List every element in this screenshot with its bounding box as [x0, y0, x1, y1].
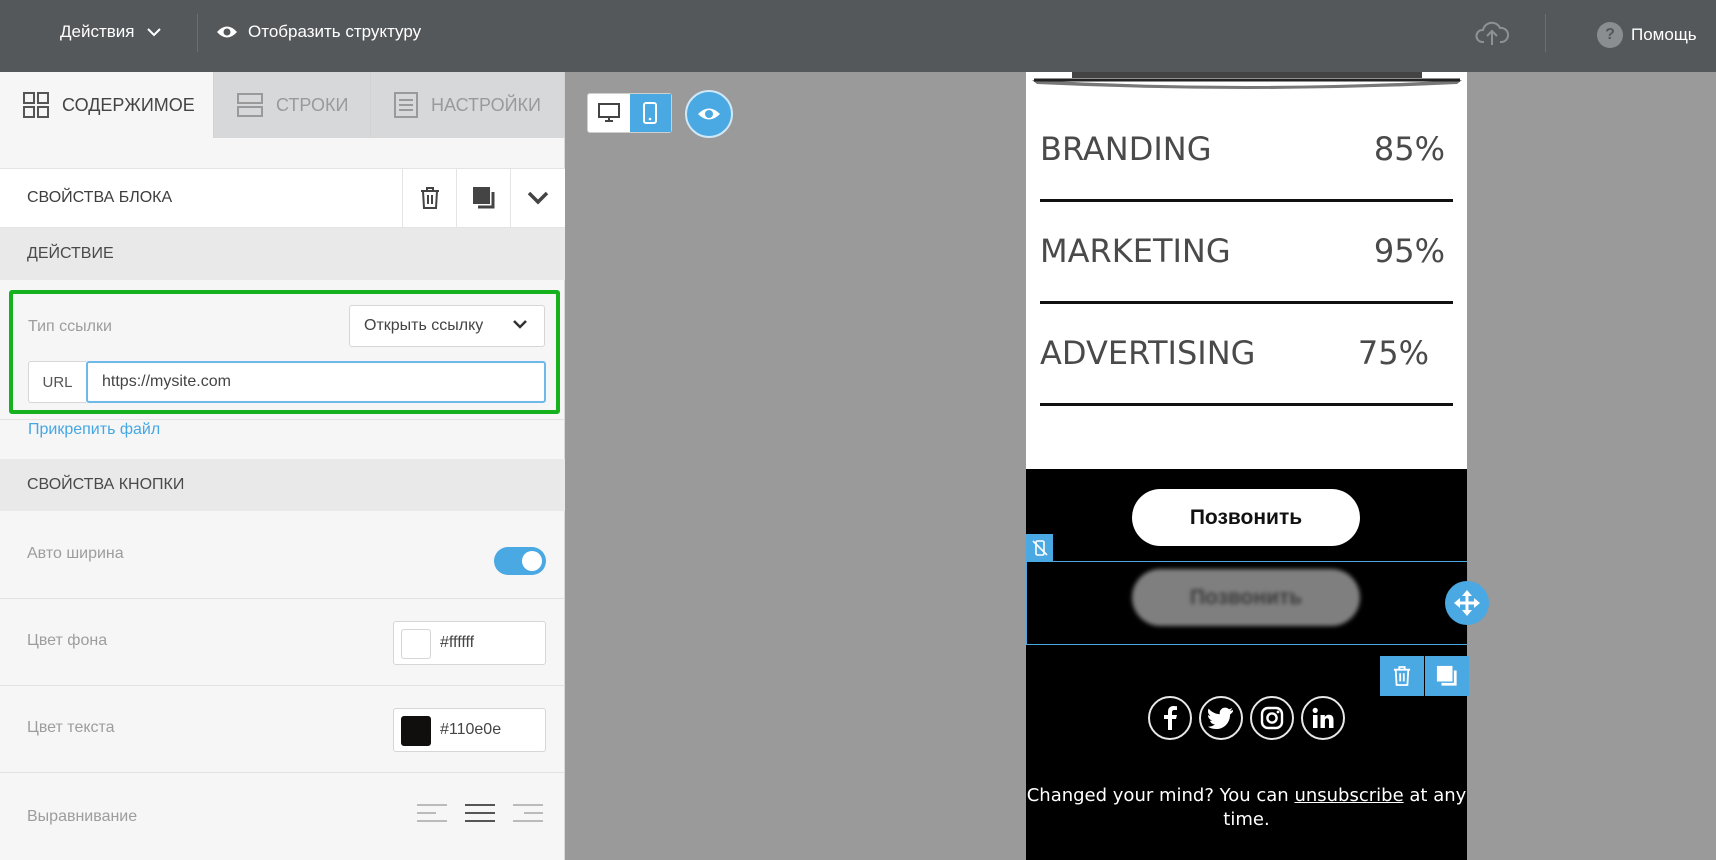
settings-doc-icon — [394, 92, 418, 118]
tab-content[interactable]: СОДЕРЖИМОЕ — [0, 72, 214, 138]
skill-item: BRANDING 85% — [1040, 130, 1453, 168]
alignment-label: Выравнивание — [27, 808, 138, 825]
delete-row-button[interactable] — [1380, 656, 1424, 696]
skill-percent: 95% — [1373, 232, 1445, 270]
unsubscribe-link[interactable]: unsubscribe — [1294, 785, 1403, 806]
block-properties-title: СВОЙСТВА БЛОКА — [27, 189, 173, 206]
skill-item: ADVERTISING 75% — [1040, 334, 1453, 372]
panel-tabs: СОДЕРЖИМОЕ СТРОКИ НАСТРОЙКИ — [0, 72, 565, 138]
toolbar-divider — [1545, 14, 1546, 52]
align-center-icon[interactable] — [464, 803, 496, 823]
tab-rows-label: СТРОКИ — [276, 94, 349, 115]
preview-button[interactable] — [685, 90, 733, 138]
url-label: URL — [28, 361, 86, 403]
bg-color-swatch[interactable] — [401, 629, 431, 659]
text-color-field[interactable]: #110e0e — [393, 708, 546, 752]
toolbar-divider — [197, 14, 198, 52]
call-button[interactable]: Позвонить — [1132, 489, 1360, 546]
social-links — [1148, 696, 1345, 740]
tab-rows[interactable]: СТРОКИ — [214, 72, 371, 138]
selected-block-outline — [1026, 561, 1468, 645]
text-color-label: Цвет текста — [27, 719, 115, 736]
skill-name: MARKETING — [1040, 232, 1231, 270]
bg-color-value: #ffffff — [440, 634, 475, 651]
align-left-icon[interactable] — [416, 803, 448, 823]
auto-width-toggle[interactable] — [494, 547, 546, 575]
tab-settings-label: НАСТРОЙКИ — [431, 94, 541, 115]
duplicate-icon — [1436, 665, 1457, 686]
laptop-image — [1032, 72, 1462, 89]
move-arrows-icon — [1454, 590, 1480, 616]
trash-icon — [1393, 666, 1411, 686]
mobile-view-button[interactable] — [629, 94, 671, 132]
eye-icon — [698, 108, 720, 120]
button-section-title: СВОЙСТВА КНОПКИ — [27, 476, 185, 493]
chevron-down-icon — [513, 320, 527, 329]
url-input[interactable] — [86, 361, 546, 403]
email-preview: BRANDING 85% MARKETING 95% ADVERTISING 7… — [1026, 72, 1467, 860]
button-section-header: СВОЙСТВА КНОПКИ — [0, 459, 565, 511]
attach-file-link[interactable]: Прикрепить файл — [28, 421, 160, 439]
align-right-icon[interactable] — [512, 803, 544, 823]
delete-block-button[interactable] — [402, 169, 456, 227]
duplicate-icon — [472, 187, 494, 209]
link-type-value: Открыть ссылку — [364, 317, 484, 334]
mobile-icon — [643, 102, 658, 124]
bg-color-field[interactable]: #ffffff — [393, 621, 546, 665]
show-structure-label: Отобразить структуру — [248, 22, 422, 41]
desktop-icon — [597, 103, 620, 122]
skill-divider — [1040, 199, 1453, 202]
skill-percent: 75% — [1357, 334, 1429, 372]
action-section-title: ДЕЙСТВИЕ — [27, 245, 114, 262]
chevron-down-icon — [527, 191, 548, 205]
trash-icon — [420, 187, 439, 209]
actions-menu[interactable]: Действия — [60, 22, 162, 42]
auto-width-row: Авто ширина — [0, 511, 565, 599]
tab-content-label: СОДЕРЖИМОЕ — [62, 94, 195, 115]
help-label: Помощь — [1631, 25, 1697, 44]
actions-label: Действия — [60, 22, 135, 41]
text-color-swatch[interactable] — [401, 716, 431, 746]
skill-name: ADVERTISING — [1040, 334, 1256, 372]
action-section-header: ДЕЙСТВИЕ — [0, 228, 565, 280]
block-actions — [1380, 656, 1469, 696]
chevron-down-icon — [147, 28, 162, 37]
auto-width-label: Авто ширина — [27, 545, 124, 562]
move-handle[interactable] — [1445, 581, 1489, 625]
bg-color-label: Цвет фона — [27, 632, 108, 649]
mobile-off-icon — [1031, 539, 1048, 556]
help-button[interactable]: ? Помощь — [1597, 22, 1697, 48]
collapse-block-button[interactable] — [510, 169, 564, 227]
facebook-icon[interactable] — [1148, 696, 1192, 740]
skill-name: BRANDING — [1040, 130, 1212, 168]
skill-item: MARKETING 95% — [1040, 232, 1453, 270]
twitter-icon[interactable] — [1199, 696, 1243, 740]
linkedin-icon[interactable] — [1301, 696, 1345, 740]
eye-icon — [217, 26, 237, 38]
instagram-icon[interactable] — [1250, 696, 1294, 740]
rows-icon — [237, 93, 263, 117]
cloud-upload-icon[interactable] — [1475, 18, 1510, 53]
duplicate-block-button[interactable] — [456, 169, 510, 227]
hide-on-mobile-badge[interactable] — [1026, 534, 1053, 561]
footer-text-before: Changed your mind? You can — [1026, 785, 1295, 806]
skill-percent: 85% — [1373, 130, 1445, 168]
top-toolbar: Действия Отобразить структуру ? Помощь — [0, 0, 1716, 72]
text-color-value: #110e0e — [440, 721, 502, 738]
skill-divider — [1040, 301, 1453, 304]
desktop-view-button[interactable] — [588, 94, 630, 132]
unsubscribe-text: Changed your mind? You can unsubscribe a… — [1026, 784, 1467, 832]
duplicate-row-button[interactable] — [1425, 656, 1469, 696]
show-structure-button[interactable]: Отобразить структуру — [216, 22, 421, 42]
grid-icon — [23, 92, 49, 118]
skill-divider — [1040, 403, 1453, 406]
device-view-toggle — [587, 93, 672, 133]
block-properties-header: СВОЙСТВА БЛОКА — [0, 168, 565, 228]
help-icon: ? — [1597, 22, 1623, 48]
alignment-row: Выравнивание — [0, 773, 565, 860]
properties-panel: СОДЕРЖИМОЕ СТРОКИ НАСТРОЙКИ СВОЙСТВА БЛО… — [0, 72, 565, 860]
link-type-label: Тип ссылки — [28, 318, 112, 335]
tab-settings[interactable]: НАСТРОЙКИ — [371, 72, 565, 138]
link-type-select[interactable]: Открыть ссылку — [349, 305, 545, 347]
